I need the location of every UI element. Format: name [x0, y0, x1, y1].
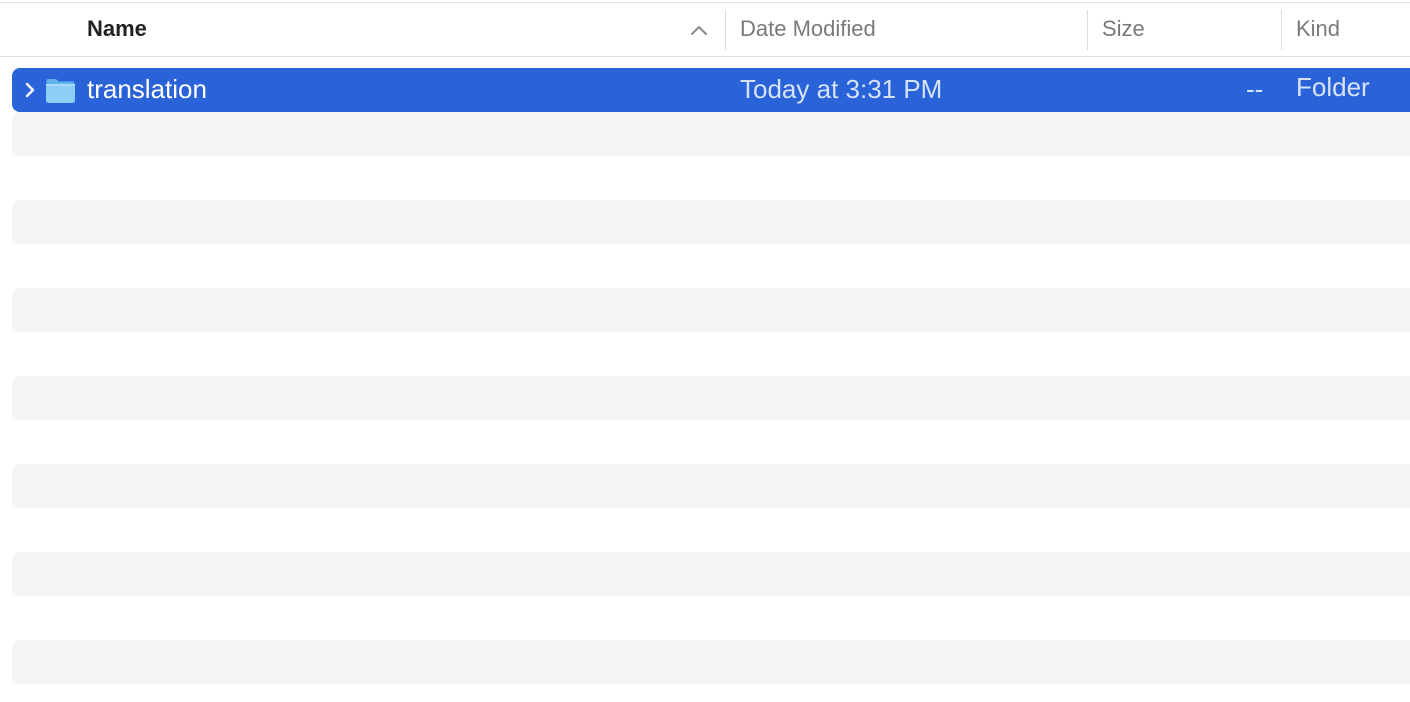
empty-row [12, 112, 1410, 156]
column-header-bar: Name Date Modified Size Kind [0, 3, 1410, 57]
empty-row [12, 640, 1410, 684]
empty-row [12, 288, 1410, 332]
column-separator[interactable] [1087, 10, 1088, 50]
file-date-modified: Today at 3:31 PM [740, 74, 943, 104]
empty-row [12, 464, 1410, 508]
empty-row [12, 420, 1410, 464]
column-header-name[interactable]: Name [87, 3, 147, 57]
column-header-kind[interactable]: Kind [1296, 3, 1340, 57]
file-row-translation[interactable]: translation Today at 3:31 PM -- Folder [12, 68, 1410, 112]
empty-row [12, 244, 1410, 288]
file-size: -- [1246, 74, 1264, 104]
file-name: translation [87, 74, 207, 104]
empty-row [12, 552, 1410, 596]
empty-row [12, 332, 1410, 376]
finder-list-view: Name Date Modified Size Kind translation… [0, 0, 1410, 702]
empty-row [12, 156, 1410, 200]
empty-row [12, 596, 1410, 640]
empty-row [12, 200, 1410, 244]
column-header-size[interactable]: Size [1102, 3, 1145, 57]
file-kind: Folder [1296, 72, 1370, 102]
empty-row [12, 508, 1410, 552]
header-divider [0, 56, 1410, 57]
column-header-date-modified[interactable]: Date Modified [740, 3, 876, 57]
file-list: translation Today at 3:31 PM -- Folder [12, 68, 1410, 684]
chevron-right-icon[interactable] [23, 81, 37, 99]
column-separator[interactable] [1281, 10, 1282, 50]
chevron-up-icon[interactable] [690, 21, 708, 39]
column-separator[interactable] [725, 10, 726, 50]
folder-icon [46, 79, 75, 103]
empty-row [12, 376, 1410, 420]
